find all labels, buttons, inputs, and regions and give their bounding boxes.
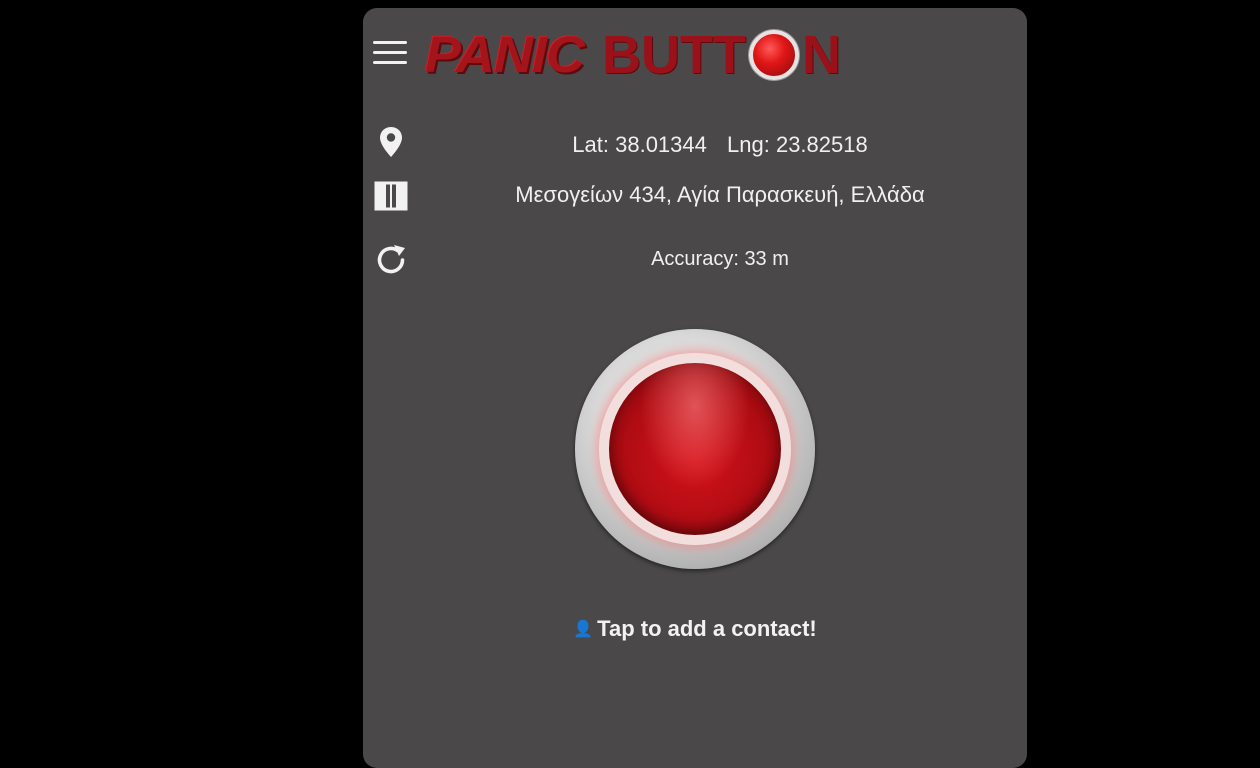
menu-bar (373, 41, 407, 44)
logo-button-text-start: BUTT (602, 25, 746, 85)
hamburger-icon[interactable] (371, 38, 409, 68)
map-icon (373, 178, 409, 214)
address-text: Μεσογείων 434, Αγία Παρασκευή, Ελλάδα (515, 182, 925, 207)
app-logo: PANIC BUTT N (425, 20, 841, 90)
refresh-icon[interactable] (373, 242, 409, 278)
menu-bar (373, 51, 407, 54)
panic-button-core (609, 363, 781, 535)
accuracy-text: Accuracy: 33 m (651, 248, 789, 270)
user-icon: 👤 (573, 621, 594, 638)
screen: PANIC BUTT N Lat: 38.01344 Lng: 23.82518 (0, 0, 1260, 768)
panic-button[interactable] (575, 329, 815, 569)
logo-panic-text: PANIC (425, 26, 585, 84)
lat-label: Lat: (572, 132, 609, 157)
menu-bar (373, 61, 407, 64)
logo-button-text-end: N (801, 25, 841, 85)
logo-button-text: BUTT N (602, 24, 841, 86)
lng-value: 23.82518 (775, 132, 868, 157)
map-marker-icon (373, 124, 409, 160)
lat-value: 38.01344 (615, 132, 707, 157)
add-contact-label: Tap to add a contact! (597, 616, 817, 641)
add-contact-link[interactable]: 👤 Tap to add a contact! (363, 616, 1027, 642)
coordinates-text: Lat: 38.01344 Lng: 23.82518 (423, 132, 1017, 158)
lng-label: Lng: (727, 132, 770, 157)
app-panel: PANIC BUTT N Lat: 38.01344 Lng: 23.82518 (363, 8, 1027, 768)
logo-red-button-icon (748, 30, 799, 80)
